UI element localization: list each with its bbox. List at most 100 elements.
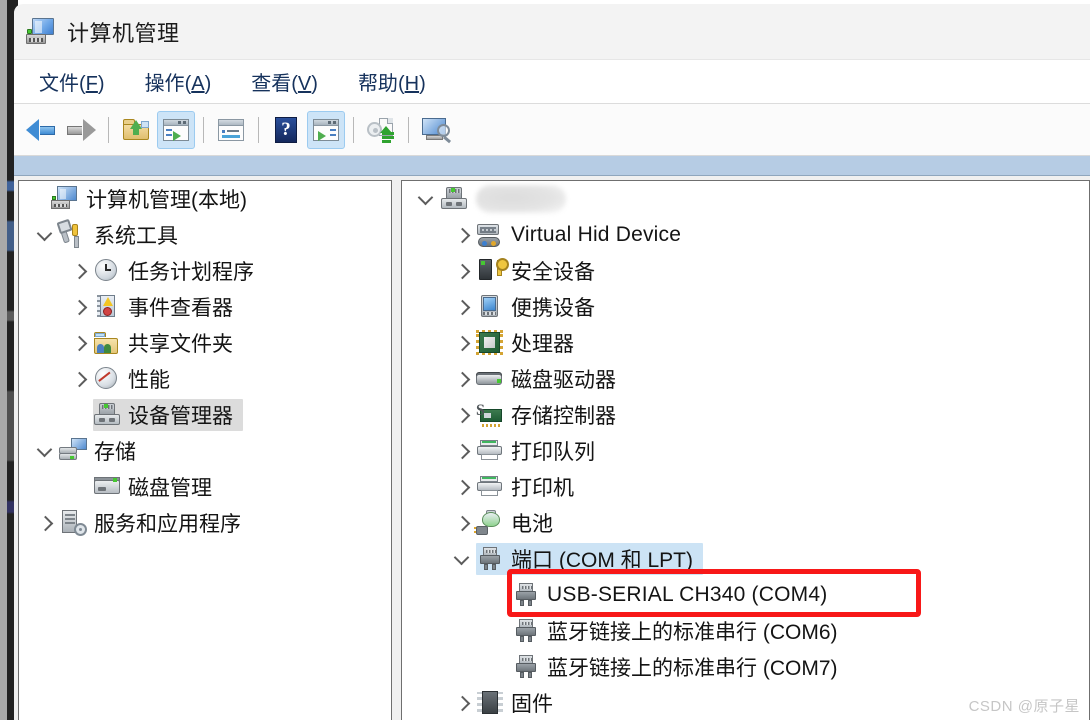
toolbar: ?: [14, 104, 1090, 156]
tree-item-shared-folders[interactable]: 共享文件夹: [19, 325, 391, 361]
tree-item-disk-management[interactable]: 磁盘管理: [19, 469, 391, 505]
shared-folders-icon: [93, 330, 121, 356]
properties-button[interactable]: [212, 111, 250, 149]
chevron-right-icon[interactable]: [450, 433, 476, 469]
menu-view-label: 查看: [251, 73, 292, 95]
device-manager-pane[interactable]: Virtual Hid Device 安全设备 便携设备 处理器 磁盘驱动器 S…: [401, 180, 1090, 720]
portable-device-icon: [476, 294, 504, 320]
show-hide-action-pane-button[interactable]: [307, 110, 345, 149]
toolbar-separator-3: [258, 116, 259, 143]
chevron-down-icon[interactable]: [33, 217, 59, 253]
toolbar-separator-2: [203, 116, 204, 143]
device-category-label: 打印机: [511, 477, 574, 500]
help-question-icon: ?: [275, 116, 297, 143]
tree-item-computer-management[interactable]: 计算机管理(本地): [19, 181, 391, 217]
device-category-label: 固件: [511, 693, 553, 716]
chevron-right-icon[interactable]: [67, 361, 93, 397]
menu-action[interactable]: 操作(A): [142, 65, 215, 98]
chevron-right-icon[interactable]: [450, 505, 476, 541]
device-category-label: 端口 (COM 和 LPT): [511, 549, 693, 572]
chevron-right-icon[interactable]: [67, 253, 93, 289]
tree-item-label: 共享文件夹: [128, 333, 233, 356]
forward-arrow-icon: [66, 118, 96, 141]
tree-item-services-and-applications[interactable]: 服务和应用程序: [19, 505, 391, 541]
tree-item-label: 事件查看器: [128, 297, 233, 320]
device-category-printers[interactable]: 打印机: [402, 469, 1089, 505]
chevron-right-icon[interactable]: [450, 289, 476, 325]
help-button[interactable]: ?: [267, 111, 305, 149]
device-category-label: 电池: [511, 513, 553, 536]
printer-icon: [476, 474, 504, 500]
chevron-right-icon[interactable]: [450, 361, 476, 397]
tree-item-label: 性能: [128, 369, 170, 392]
disk-drive-icon: [476, 366, 504, 392]
redacted-computer-name: [476, 185, 566, 213]
pane-splitter[interactable]: [392, 180, 401, 720]
device-category-processors[interactable]: 处理器: [402, 325, 1089, 361]
chevron-placeholder: [67, 397, 93, 433]
chevron-right-icon[interactable]: [450, 325, 476, 361]
serial-port-icon: [512, 618, 540, 644]
tree-item-event-viewer[interactable]: 事件查看器: [19, 289, 391, 325]
chevron-right-icon[interactable]: [67, 325, 93, 361]
device-category-print-queues[interactable]: 打印队列: [402, 433, 1089, 469]
menu-help[interactable]: 帮助(H): [355, 65, 429, 98]
chevron-right-icon[interactable]: [450, 685, 476, 720]
back-arrow-icon: [26, 118, 56, 141]
back-button[interactable]: [22, 111, 60, 149]
device-category-disk-drives[interactable]: 磁盘驱动器: [402, 361, 1089, 397]
serial-port-icon: [512, 654, 540, 680]
battery-icon: [474, 510, 504, 536]
tree-item-label: 系统工具: [94, 225, 178, 248]
performance-icon: [93, 366, 121, 392]
chevron-down-icon[interactable]: [33, 433, 59, 469]
tree-item-label: 设备管理器: [128, 405, 233, 428]
tree-item-task-scheduler[interactable]: 任务计划程序: [19, 253, 391, 289]
device-item-label: USB-SERIAL CH340 (COM4): [547, 583, 828, 606]
chevron-down-icon[interactable]: [414, 181, 440, 217]
menu-view[interactable]: 查看(V): [248, 65, 321, 98]
forward-button[interactable]: [62, 111, 100, 149]
device-category-batteries[interactable]: 电池: [402, 505, 1089, 541]
computer-management-icon: [51, 186, 79, 212]
device-category-portable-devices[interactable]: 便携设备: [402, 289, 1089, 325]
toolbar-separator-1: [108, 116, 109, 143]
device-item-bluetooth-serial-com7[interactable]: 蓝牙链接上的标准串行 (COM7): [402, 649, 1089, 685]
device-category-security-devices[interactable]: 安全设备: [402, 253, 1089, 289]
console-tree-pane[interactable]: 计算机管理(本地) 系统工具 任务计划程序 事件查看器 共享文件夹 性能 设备管…: [18, 180, 392, 720]
tree-item-performance[interactable]: 性能: [19, 361, 391, 397]
device-item-bluetooth-serial-com6[interactable]: 蓝牙链接上的标准串行 (COM6): [402, 613, 1089, 649]
device-category-label: 存储控制器: [511, 405, 616, 428]
up-one-level-button[interactable]: [117, 111, 155, 149]
device-item-usb-serial-ch340[interactable]: USB-SERIAL CH340 (COM4): [402, 577, 1089, 613]
computer-root-icon: [440, 186, 468, 212]
computer-management-icon: [25, 17, 55, 46]
show-hide-tree-button[interactable]: [157, 110, 195, 149]
chevron-right-icon[interactable]: [450, 397, 476, 433]
chevron-right-icon[interactable]: [33, 505, 59, 541]
chevron-down-icon[interactable]: [450, 541, 476, 577]
device-category-storage-controllers[interactable]: S 存储控制器: [402, 397, 1089, 433]
remote-connect-button[interactable]: [417, 111, 455, 149]
properties-icon: [218, 118, 244, 141]
tree-item-system-tools[interactable]: 系统工具: [19, 217, 391, 253]
device-category-ports[interactable]: 端口 (COM 和 LPT): [402, 541, 1089, 577]
device-category-virtual-hid-device[interactable]: Virtual Hid Device: [402, 217, 1089, 253]
device-tree-root[interactable]: [402, 181, 1089, 217]
menu-file[interactable]: 文件(F): [36, 65, 108, 98]
console-band: [14, 156, 1090, 176]
window-title: 计算机管理: [67, 20, 180, 46]
tree-item-label: 服务和应用程序: [94, 513, 241, 536]
toolbar-separator-5: [408, 116, 409, 143]
chevron-right-icon[interactable]: [450, 469, 476, 505]
tree-item-storage[interactable]: 存储: [19, 433, 391, 469]
scan-hardware-icon: [367, 117, 395, 143]
chevron-right-icon[interactable]: [450, 217, 476, 253]
watermark: CSDN @原子星: [968, 698, 1080, 715]
menu-bar: 文件(F) 操作(A) 查看(V) 帮助(H): [14, 60, 1090, 104]
tree-item-device-manager[interactable]: 设备管理器: [19, 397, 391, 433]
chevron-right-icon[interactable]: [67, 289, 93, 325]
scan-for-hardware-changes-button[interactable]: [362, 111, 400, 149]
title-bar: 计算机管理: [14, 4, 1090, 60]
chevron-right-icon[interactable]: [450, 253, 476, 289]
